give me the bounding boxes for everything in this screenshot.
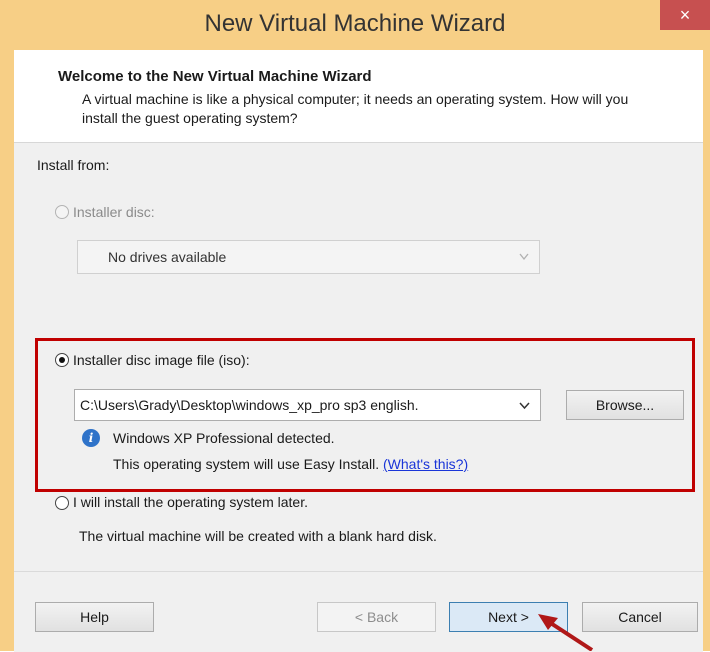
header-title: Welcome to the New Virtual Machine Wizar… <box>58 68 372 85</box>
title-bar: New Virtual Machine Wizard × <box>0 0 710 50</box>
installer-disc-radio[interactable] <box>55 205 69 219</box>
chevron-down-icon <box>519 253 529 261</box>
close-icon: × <box>679 5 691 25</box>
help-button[interactable]: Help <box>35 602 154 632</box>
info-icon: i <box>82 429 100 447</box>
window-frame-right <box>703 50 710 651</box>
cancel-button[interactable]: Cancel <box>582 602 698 632</box>
install-later-description: The virtual machine will be created with… <box>79 528 437 544</box>
installer-iso-label: Installer disc image file (iso): <box>73 352 250 368</box>
window-frame-left <box>0 50 14 651</box>
whats-this-link[interactable]: (What's this?) <box>383 456 468 472</box>
chevron-down-icon[interactable] <box>519 402 530 410</box>
back-button[interactable]: < Back <box>317 602 436 632</box>
installer-disc-label: Installer disc: <box>73 204 155 220</box>
easy-install-text: This operating system will use Easy Inst… <box>113 456 468 472</box>
installer-iso-radio[interactable] <box>55 353 69 367</box>
install-later-radio[interactable] <box>55 496 69 510</box>
window-title: New Virtual Machine Wizard <box>204 10 506 37</box>
close-button[interactable]: × <box>660 0 710 30</box>
iso-path-value: C:\Users\Grady\Desktop\windows_xp_pro sp… <box>80 397 419 413</box>
wizard-header: Welcome to the New Virtual Machine Wizar… <box>14 50 703 143</box>
install-from-label: Install from: <box>37 157 110 173</box>
installer-disc-dropdown-value: No drives available <box>108 249 227 265</box>
iso-path-combobox[interactable]: C:\Users\Grady\Desktop\windows_xp_pro sp… <box>74 389 541 421</box>
install-later-label: I will install the operating system late… <box>73 494 308 510</box>
detected-os-text: Windows XP Professional detected. <box>113 430 335 446</box>
browse-button[interactable]: Browse... <box>566 390 684 420</box>
easy-install-message: This operating system will use Easy Inst… <box>113 456 380 472</box>
pointer-arrow-annotation <box>538 614 594 651</box>
installer-disc-dropdown[interactable]: No drives available <box>77 240 540 274</box>
header-description: A virtual machine is like a physical com… <box>82 91 629 126</box>
